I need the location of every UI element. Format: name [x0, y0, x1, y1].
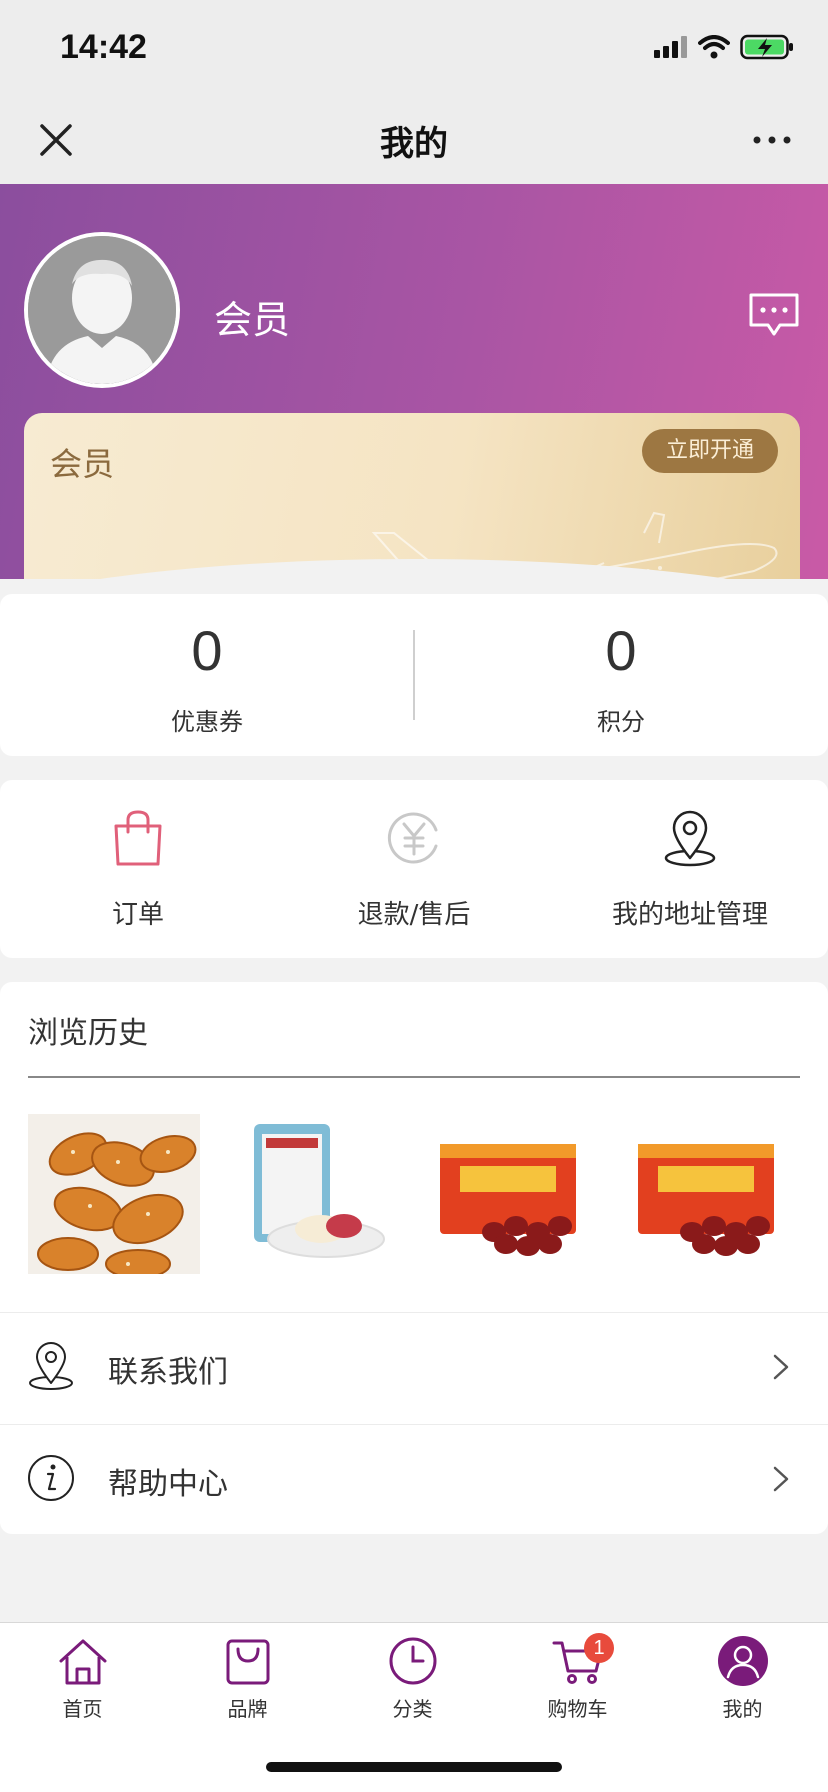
message-icon[interactable] — [748, 292, 800, 338]
home-indicator — [266, 1762, 562, 1772]
contact-us-label: 联系我们 — [108, 1355, 228, 1390]
stats-card: 0 优惠券 0 积分 — [0, 594, 828, 756]
avatar[interactable] — [24, 232, 180, 388]
info-icon — [28, 1455, 74, 1501]
red-dates-box-image — [622, 1114, 794, 1274]
default-avatar-icon — [28, 236, 176, 384]
actions-card: 订单 退款/售后 我的地址管理 — [0, 780, 828, 958]
fried-dough-twist-image — [28, 1114, 200, 1274]
contact-us-row[interactable]: 联系我们 — [0, 1312, 828, 1422]
location-pin-icon — [29, 1342, 73, 1390]
chevron-right-icon — [773, 1466, 789, 1492]
profile-icon — [718, 1636, 768, 1686]
orders-label: 订单 — [111, 900, 164, 930]
address-label: 我的地址管理 — [611, 900, 768, 930]
orders-action[interactable]: 订单 — [0, 780, 276, 958]
profile-header: 会员 会员 立即开通 — [0, 184, 828, 579]
open-membership-button[interactable]: 立即开通 — [641, 429, 778, 473]
red-dates-box-image — [424, 1114, 596, 1274]
page-title: 我的 — [380, 124, 448, 164]
chevron-right-icon — [773, 1354, 789, 1380]
refund-yuan-icon — [387, 812, 438, 864]
points-count: 0 — [605, 619, 637, 682]
location-pin-icon — [664, 810, 716, 867]
more-icon[interactable] — [752, 132, 792, 148]
home-icon — [59, 1639, 107, 1685]
snack-bag-image — [226, 1114, 398, 1274]
refund-label: 退款/售后 — [357, 900, 471, 930]
history-item[interactable] — [28, 1114, 200, 1274]
tab-home-label: 首页 — [62, 1697, 103, 1721]
tab-brand[interactable]: 品牌 — [165, 1623, 330, 1723]
address-action[interactable]: 我的地址管理 — [552, 780, 828, 958]
status-icons — [654, 34, 794, 60]
points-stat[interactable]: 0 积分 — [414, 594, 828, 756]
coupons-stat[interactable]: 0 优惠券 — [0, 594, 414, 756]
status-time: 14:42 — [60, 28, 147, 66]
history-item[interactable] — [424, 1114, 596, 1274]
history-item[interactable] — [226, 1114, 398, 1274]
points-label: 积分 — [597, 708, 645, 736]
status-bar: 14:42 — [0, 0, 828, 96]
coupons-label: 优惠券 — [171, 708, 243, 736]
member-card[interactable]: 会员 立即开通 — [24, 413, 800, 579]
signal-icon — [654, 36, 687, 58]
help-center-label: 帮助中心 — [108, 1467, 228, 1502]
tab-category-label: 分类 — [392, 1697, 433, 1721]
bag-icon — [226, 1639, 270, 1685]
tab-brand-label: 品牌 — [227, 1697, 268, 1721]
profile-name: 会员 — [214, 298, 291, 342]
tab-home[interactable]: 首页 — [0, 1623, 165, 1723]
member-card-label: 会员 — [50, 445, 115, 483]
tab-cart[interactable]: 购物车 — [495, 1623, 660, 1723]
clock-icon — [389, 1637, 437, 1685]
history-title: 浏览历史 — [28, 1016, 148, 1051]
history-card: 浏览历史 联系我们 帮助中心 — [0, 982, 828, 1534]
history-divider — [28, 1076, 800, 1078]
refund-action[interactable]: 退款/售后 — [276, 780, 552, 958]
coupons-count: 0 — [191, 619, 223, 682]
cart-badge: 1 — [584, 1633, 614, 1663]
tab-category[interactable]: 分类 — [330, 1623, 495, 1723]
wifi-icon — [698, 35, 730, 59]
tab-mine[interactable]: 我的 — [660, 1623, 825, 1723]
shopping-bag-icon — [114, 810, 162, 866]
history-item[interactable] — [622, 1114, 794, 1274]
tab-cart-label: 购物车 — [547, 1697, 608, 1721]
tab-mine-label: 我的 — [722, 1697, 763, 1721]
battery-charging-icon — [740, 34, 793, 60]
help-center-row[interactable]: 帮助中心 — [0, 1424, 828, 1534]
nav-bar: 我的 — [0, 96, 828, 184]
